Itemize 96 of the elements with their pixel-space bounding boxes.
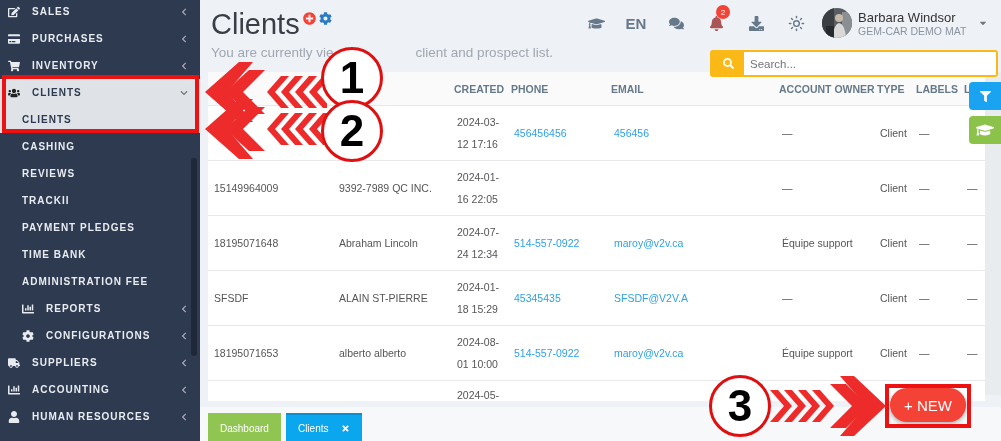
table-cell-text: Client [880, 127, 907, 139]
company-name: GEM-CAR DEMO MAT [858, 24, 968, 37]
sidebar-item[interactable]: TIME BANK [0, 241, 200, 268]
phone-link[interactable]: 45345435 [514, 292, 561, 304]
table-cell-text: — [919, 182, 930, 194]
page-subtitle: client and prospect list. [415, 45, 553, 60]
table-cell-text: 15149964009 [214, 182, 279, 194]
sun-icon[interactable] [787, 14, 805, 32]
bar-chart-icon [8, 383, 20, 396]
search-field[interactable]: Search... [710, 50, 998, 77]
table-cell-text: — [967, 347, 978, 359]
bell-icon[interactable] [708, 15, 724, 31]
phone-link[interactable]: 456456456 [514, 127, 567, 139]
table-cell-text: Équipe support [782, 347, 853, 359]
sidebar-item[interactable]: REPORTS [0, 295, 200, 322]
cart-icon [8, 59, 20, 72]
chevron-left-icon [180, 358, 188, 367]
page-title: Clients [211, 8, 300, 41]
users-icon [8, 86, 20, 99]
table-cell-text: — [782, 182, 793, 194]
filter-icon [979, 90, 991, 102]
sidebar-item[interactable]: CONFIGURATIONS [0, 322, 200, 349]
table-cell-text: Client [880, 347, 907, 359]
tutorial-button[interactable] [969, 116, 1001, 144]
email-link[interactable]: maroy@v2v.ca [614, 347, 684, 359]
table-cell-text: SFSDF [214, 292, 249, 304]
table-cell-text: Client [880, 237, 907, 249]
table-cell-text: — [919, 292, 930, 304]
table-cell-text: Client [880, 182, 907, 194]
filter-button[interactable] [969, 82, 1001, 110]
sidebar-item[interactable]: CLIENTS [0, 79, 200, 106]
user-icon [8, 410, 20, 423]
date-text: 2024-01- 16 22:05 [457, 171, 500, 205]
table-cell-text: — [967, 292, 978, 304]
add-icon[interactable] [302, 12, 316, 25]
table-cell-text: Client [880, 292, 907, 304]
edit-icon [8, 5, 20, 18]
sidebar-item[interactable]: INVENTORY [0, 52, 200, 79]
table-cell-text: — [919, 127, 930, 139]
date-text: 2024-03- 12 17:16 [457, 116, 500, 150]
close-icon[interactable] [340, 423, 350, 433]
sidebar-item[interactable]: TRACKII [0, 187, 200, 214]
phone-link[interactable]: 514-557-0922 [514, 237, 580, 249]
page-subtitle: You are currently vie [211, 45, 334, 60]
chevron-left-icon [180, 385, 188, 394]
date-text: 2024-07- 24 12:34 [457, 226, 500, 260]
table-cell-text: 18195071648 [214, 237, 279, 249]
credit-card-icon [8, 32, 20, 45]
sidebar-item[interactable]: CASHING [0, 133, 200, 160]
language-button[interactable]: EN [616, 14, 656, 32]
table-cell-text: 9392-7989 QC INC. [339, 182, 432, 194]
date-text: 2024-05- [457, 389, 500, 401]
table-cell-text: Abraham Lincoln [339, 237, 418, 249]
download-icon[interactable] [748, 15, 764, 31]
sidebar-item[interactable]: ACCOUNTING [0, 376, 200, 403]
chevron-left-icon [180, 304, 188, 313]
phone-link[interactable]: 514-557-0922 [514, 347, 580, 359]
sidebar-item[interactable]: PAYMENT PLEDGES [0, 214, 200, 241]
email-link[interactable]: SFSDF@V2V.A [614, 292, 688, 304]
settings-icon[interactable] [318, 12, 332, 25]
column-header[interactable]: EMAIL [611, 82, 644, 95]
table-cell-text: 18195071653 [214, 347, 279, 359]
sidebar-item[interactable]: PURCHASES [0, 25, 200, 52]
chevron-left-icon [180, 7, 188, 16]
page-tab[interactable]: Clients [285, 413, 362, 441]
chevron-left-icon [180, 34, 188, 43]
sidebar-item[interactable]: REVIEWS [0, 160, 200, 187]
table-cell-text: — [967, 237, 978, 249]
column-header[interactable]: PHONE [511, 82, 549, 95]
table-cell-text: ALAIN ST-PIERRE [339, 292, 428, 304]
date-text: 2024-08- 01 10:00 [457, 336, 500, 370]
table-cell-text: — [919, 347, 930, 359]
chevron-left-icon [180, 61, 188, 70]
email-link[interactable]: maroy@v2v.ca [614, 237, 684, 249]
date-text: 2024-01- 18 15:29 [457, 281, 500, 315]
chevron-left-icon [180, 331, 188, 340]
chevron-down-icon [180, 88, 188, 97]
user-name: Barbara Windsor [858, 9, 957, 25]
chevron-left-icon [180, 412, 188, 421]
new-button[interactable]: + NEW [890, 388, 966, 422]
sidebar-item[interactable]: ADMINISTRATION FEE [0, 268, 200, 295]
truck-icon [8, 356, 20, 369]
sidebar-item[interactable]: HUMAN RESOURCES [0, 403, 200, 430]
sidebar-item[interactable]: SALES [0, 0, 200, 25]
table-cell-text: — [967, 182, 978, 194]
table-cell-text: — [782, 292, 793, 304]
chat-icon[interactable] [668, 15, 684, 31]
notification-badge: 2 [716, 5, 730, 19]
bar-chart-icon [22, 302, 34, 315]
table-cell-text: — [782, 127, 793, 139]
table-cell-text: alberto alberto [339, 347, 407, 359]
table-cell-text: — [919, 237, 930, 249]
email-link[interactable]: 456456 [614, 127, 650, 139]
sidebar-item[interactable]: SUPPLIERS [0, 349, 200, 376]
table-cell-text: Équipe support [782, 237, 853, 249]
gear-icon [22, 329, 34, 342]
